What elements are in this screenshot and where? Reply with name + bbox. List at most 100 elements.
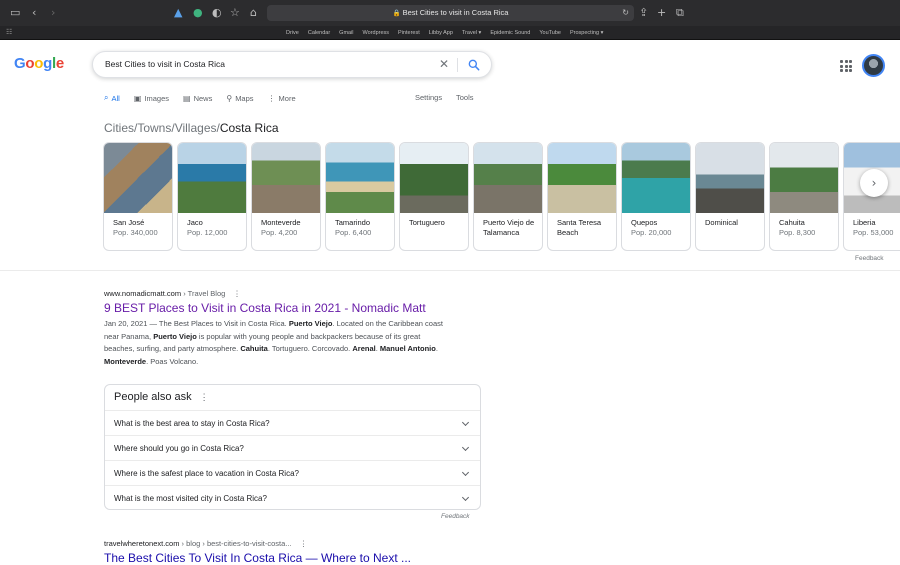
result-1-domain: www.nomadicmatt.com bbox=[104, 289, 182, 298]
snippet-text-4: . Tortuguero. Corcovado. bbox=[267, 344, 353, 353]
back-icon[interactable]: ‹ bbox=[32, 0, 36, 26]
search-icon[interactable] bbox=[467, 58, 481, 72]
share-icon[interactable]: ⇪ bbox=[639, 0, 648, 26]
carousel-feedback-link[interactable]: Feedback bbox=[855, 255, 884, 262]
city-name: San José bbox=[113, 218, 145, 227]
city-card[interactable]: Monteverde Pop. 4,200 bbox=[251, 142, 321, 251]
paa-question-text: Where should you go in Costa Rica? bbox=[114, 444, 244, 453]
tools-link[interactable]: Tools bbox=[456, 92, 474, 104]
city-name: Jaco bbox=[187, 218, 203, 227]
avatar[interactable] bbox=[862, 54, 885, 77]
forward-icon[interactable]: › bbox=[51, 0, 55, 26]
city-card[interactable]: Cahuita Pop. 8,300 bbox=[769, 142, 839, 251]
paa-question[interactable]: Where is the safest place to vacation in… bbox=[105, 460, 480, 485]
city-name: Santa Teresa Beach bbox=[557, 218, 602, 237]
bookmark-item[interactable]: Epidemic Sound bbox=[490, 26, 530, 40]
bookmark-item[interactable]: Pinterest bbox=[398, 26, 420, 40]
result-2-menu-icon[interactable]: ⋮ bbox=[300, 539, 308, 548]
city-card[interactable]: Dominical bbox=[695, 142, 765, 251]
paa-question[interactable]: Where should you go in Costa Rica? bbox=[105, 435, 480, 460]
paa-feedback-link[interactable]: Feedback bbox=[441, 513, 470, 520]
clear-icon[interactable]: ✕ bbox=[439, 52, 449, 77]
privacy-icon[interactable]: ◐ bbox=[212, 0, 222, 26]
city-name: Tortuguero bbox=[409, 218, 445, 227]
tab-images[interactable]: ▣ Images bbox=[134, 92, 169, 104]
tab-overview-icon[interactable]: ⧉ bbox=[676, 0, 684, 26]
city-image bbox=[548, 143, 616, 213]
city-card[interactable]: Tamarindo Pop. 6,400 bbox=[325, 142, 395, 251]
sidebar-toggle-icon[interactable]: ▭ bbox=[10, 0, 20, 26]
chevron-down-icon bbox=[461, 493, 470, 502]
paa-question[interactable]: What is the best area to stay in Costa R… bbox=[105, 410, 480, 435]
news-icon: ▤ bbox=[183, 93, 191, 103]
chevron-down-icon bbox=[461, 443, 470, 452]
bookmark-item[interactable]: Prospecting ▾ bbox=[570, 26, 603, 40]
grammarly-icon[interactable]: ● bbox=[193, 0, 203, 26]
tab-news[interactable]: ▤ News bbox=[183, 92, 212, 104]
home-icon[interactable]: ⌂ bbox=[250, 0, 257, 26]
settings-link[interactable]: Settings bbox=[415, 92, 442, 104]
tab-label: News bbox=[193, 93, 213, 103]
paa-menu-icon[interactable]: ⋮ bbox=[200, 392, 209, 402]
apps-grid-icon[interactable] bbox=[840, 60, 852, 72]
snippet-bold-4: Arenal bbox=[352, 344, 376, 353]
google-logo[interactable]: Google bbox=[14, 55, 64, 72]
snippet-bold-5: Manuel Antonio bbox=[379, 344, 436, 353]
paa-heading-text: People also ask bbox=[114, 391, 192, 403]
city-image bbox=[622, 143, 690, 213]
tab-all[interactable]: ⌕ All bbox=[104, 92, 120, 104]
snippet-bold-6: Monteverde bbox=[104, 356, 147, 366]
city-card[interactable]: Jaco Pop. 12,000 bbox=[177, 142, 247, 251]
people-also-ask: People also ask ⋮ What is the best area t… bbox=[104, 384, 481, 510]
bookmark-item[interactable]: Gmail bbox=[339, 26, 353, 40]
bookmark-item[interactable]: Calendar bbox=[308, 26, 330, 40]
city-population: Pop. 20,000 bbox=[631, 228, 672, 237]
result-2-cite[interactable]: travelwheretonext.com › blog › best-citi… bbox=[104, 539, 307, 548]
bookmark-item[interactable]: Drive bbox=[286, 26, 299, 40]
bookmark-item[interactable]: Travel ▾ bbox=[462, 26, 481, 40]
bookmark-item[interactable]: Wordpress bbox=[363, 26, 390, 40]
result-1-snippet: Jan 20, 2021 — The Best Places to Visit … bbox=[104, 318, 444, 368]
url-bar[interactable]: 🔒 Best Cities to visit in Costa Rica ↻ bbox=[267, 5, 634, 21]
city-card[interactable]: Puerto Viejo de Talamanca bbox=[473, 142, 543, 251]
new-tab-icon[interactable]: + bbox=[657, 0, 666, 26]
search-box[interactable]: Best Cities to visit in Costa Rica ✕ bbox=[92, 51, 492, 78]
bookmarks-bar: ☷ Drive Calendar Gmail Wordpress Pinterest Li… bbox=[0, 26, 900, 40]
city-population: Pop. 53,000 bbox=[853, 228, 894, 237]
city-population: Pop. 6,400 bbox=[335, 228, 372, 237]
tab-maps[interactable]: ⚲ Maps bbox=[226, 92, 253, 104]
extension-icon[interactable]: ▲ bbox=[174, 0, 182, 26]
city-card[interactable]: Quepos Pop. 20,000 bbox=[621, 142, 691, 251]
breadcrumb-prefix[interactable]: Cities/Towns/Villages bbox=[104, 121, 217, 135]
section-divider bbox=[0, 270, 900, 271]
tab-more[interactable]: ⋮ More bbox=[268, 92, 296, 104]
bookmark-item[interactable]: Libby App bbox=[429, 26, 453, 40]
city-name: Dominical bbox=[705, 218, 738, 227]
city-name: Monteverde bbox=[261, 218, 301, 227]
city-card[interactable]: Tortuguero bbox=[399, 142, 469, 251]
breadcrumb-current: Costa Rica bbox=[219, 121, 279, 135]
favorites-grid-icon[interactable]: ☷ bbox=[6, 26, 12, 40]
carousel-next-button[interactable]: › bbox=[860, 169, 888, 197]
city-population: Pop. 4,200 bbox=[261, 228, 298, 237]
result-1-cite[interactable]: www.nomadicmatt.com › Travel Blog ⋮ bbox=[104, 289, 241, 298]
snippet-text-7: . Poas Volcano. bbox=[146, 356, 199, 366]
reload-icon[interactable]: ↻ bbox=[622, 5, 629, 21]
city-card[interactable]: San José Pop. 340,000 bbox=[103, 142, 173, 251]
paa-question[interactable]: What is the most visited city in Costa R… bbox=[105, 485, 480, 510]
city-name: Cahuita bbox=[779, 218, 805, 227]
city-name: Tamarindo bbox=[335, 218, 371, 227]
search-divider bbox=[457, 58, 458, 72]
star-icon[interactable]: ☆ bbox=[230, 0, 240, 26]
city-image bbox=[474, 143, 542, 213]
result-1-menu-icon[interactable]: ⋮ bbox=[233, 289, 241, 298]
paa-question-text: What is the most visited city in Costa R… bbox=[114, 494, 267, 503]
bookmark-item[interactable]: YouTube bbox=[539, 26, 561, 40]
snippet-bold-3: Cahuita bbox=[240, 344, 268, 353]
search-input[interactable]: Best Cities to visit in Costa Rica bbox=[105, 52, 225, 77]
city-image bbox=[400, 143, 468, 213]
city-card[interactable]: Santa Teresa Beach bbox=[547, 142, 617, 251]
lock-icon: 🔒 bbox=[392, 10, 401, 17]
result-1-title[interactable]: 9 BEST Places to Visit in Costa Rica in … bbox=[104, 301, 426, 315]
snippet-bold-2: Puerto Viejo bbox=[153, 331, 197, 341]
